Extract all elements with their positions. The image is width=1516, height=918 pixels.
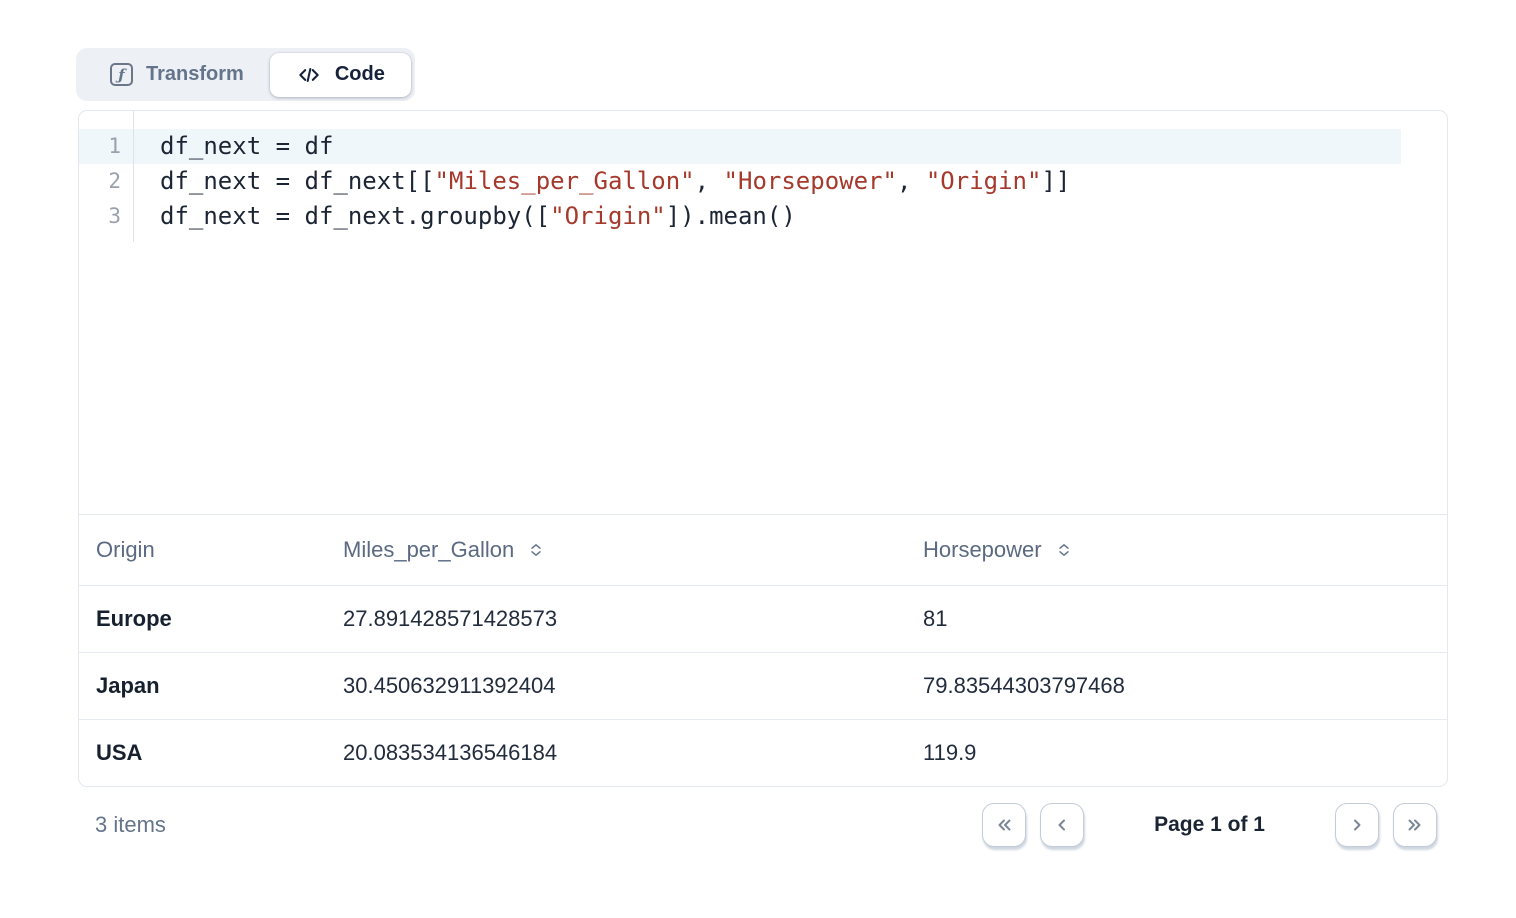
tab-transform[interactable]: ƒ Transform	[80, 52, 270, 97]
line-number: 2	[79, 164, 133, 199]
tab-code-label: Code	[335, 63, 385, 86]
line-number: 3	[79, 199, 133, 234]
code-editor[interactable]: 1 2 3 df_next = df df_next = df_next[["M…	[79, 111, 1447, 515]
column-header-label: Miles_per_Gallon	[343, 537, 514, 563]
table-row: Japan 30.450632911392404 79.835443037974…	[79, 652, 1447, 719]
cell-mpg: 20.083534136546184	[326, 740, 906, 766]
first-page-button[interactable]	[982, 803, 1026, 847]
chevron-right-icon	[1347, 815, 1367, 835]
cell-origin: Europe	[79, 606, 326, 632]
cell-mpg: 30.450632911392404	[326, 673, 906, 699]
table-row: Europe 27.891428571428573 81	[79, 585, 1447, 652]
line-number: 1	[79, 129, 133, 164]
tab-transform-label: Transform	[146, 63, 244, 86]
function-icon: ƒ	[110, 63, 133, 86]
column-header-origin: Origin	[79, 537, 326, 563]
sort-icon	[1056, 542, 1072, 558]
sort-button-hp[interactable]: Horsepower	[923, 537, 1072, 563]
sort-icon	[528, 542, 544, 558]
previous-page-button[interactable]	[1040, 803, 1084, 847]
table-row: USA 20.083534136546184 119.9	[79, 719, 1447, 786]
cell-hp: 79.83544303797468	[906, 673, 1447, 699]
tab-code[interactable]: Code	[270, 53, 411, 97]
code-line-2[interactable]: df_next = df_next[["Miles_per_Gallon", "…	[134, 164, 1447, 199]
string-token: "Origin"	[550, 202, 666, 230]
cell-hp: 81	[906, 606, 1447, 632]
code-icon	[296, 62, 322, 88]
view-mode-tabs: ƒ Transform Code	[76, 48, 415, 101]
cell-origin: USA	[79, 740, 326, 766]
column-header-label: Horsepower	[923, 537, 1042, 563]
string-token: "Miles_per_Gallon"	[435, 167, 695, 195]
page-indicator: Page 1 of 1	[1154, 813, 1265, 837]
last-page-button[interactable]	[1393, 803, 1437, 847]
table-header-row: Origin Miles_per_Gallon Horsepower	[79, 515, 1447, 585]
items-count: 3 items	[95, 812, 166, 838]
code-line-1[interactable]: df_next = df	[134, 129, 1447, 164]
code-text: ,	[897, 167, 926, 195]
column-header-hp: Horsepower	[906, 537, 1447, 563]
code-content[interactable]: df_next = df df_next = df_next[["Miles_p…	[134, 111, 1447, 242]
code-text: ]).mean()	[666, 202, 796, 230]
chevron-left-icon	[1052, 815, 1072, 835]
cell-origin: Japan	[79, 673, 326, 699]
column-header-mpg: Miles_per_Gallon	[326, 537, 906, 563]
code-text: df_next = df_next.groupby([	[160, 202, 550, 230]
code-text: df_next = df	[160, 132, 333, 160]
code-text: ,	[695, 167, 724, 195]
string-token: "Horsepower"	[724, 167, 897, 195]
pagination: Page 1 of 1	[982, 803, 1437, 847]
table-footer: 3 items Page 1 of 1	[78, 797, 1448, 853]
column-header-label: Origin	[96, 537, 155, 563]
cell-mpg: 27.891428571428573	[326, 606, 906, 632]
next-page-button[interactable]	[1335, 803, 1379, 847]
sort-button-mpg[interactable]: Miles_per_Gallon	[343, 537, 544, 563]
code-transform-card: 1 2 3 df_next = df df_next = df_next[["M…	[78, 110, 1448, 787]
cell-hp: 119.9	[906, 740, 1447, 766]
line-number-gutter: 1 2 3	[79, 111, 134, 242]
string-token: "Origin"	[926, 167, 1042, 195]
chevrons-right-icon	[1405, 815, 1425, 835]
code-text: df_next = df_next[[	[160, 167, 435, 195]
chevrons-left-icon	[994, 815, 1014, 835]
code-line-3[interactable]: df_next = df_next.groupby(["Origin"]).me…	[134, 199, 1447, 234]
code-text: ]]	[1041, 167, 1070, 195]
